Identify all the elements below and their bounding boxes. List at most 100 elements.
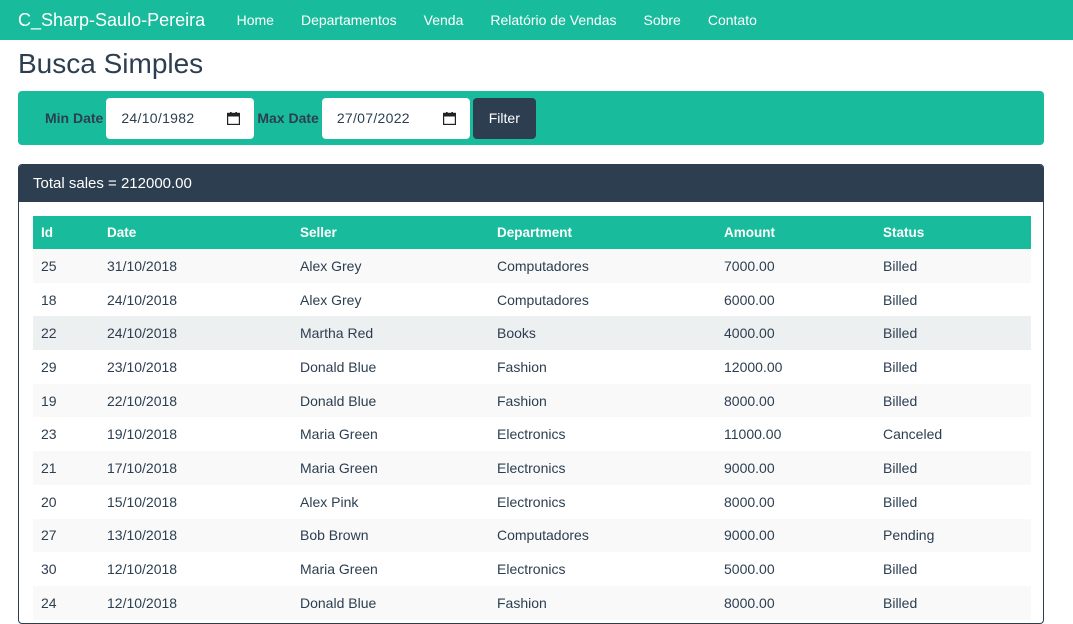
cell-department: Electronics (497, 561, 566, 578)
cell-id: 18 (41, 291, 57, 308)
column-header-department: Department (497, 225, 573, 240)
cell-date: 24/10/2018 (107, 325, 178, 342)
cell-seller: Martha Red (300, 325, 374, 342)
cell-department: Fashion (497, 392, 547, 409)
nav-link-venda[interactable]: Venda (410, 12, 477, 28)
cell-department: Computadores (497, 257, 589, 274)
cell-seller: Donald Blue (300, 358, 377, 375)
table-row: 30 12/10/2018 Maria Green Electronics 5000.0… (33, 552, 1031, 586)
cell-date: 15/10/2018 (107, 493, 178, 510)
sales-panel: Total sales = 212000.00 Id Date Seller D… (18, 164, 1044, 624)
cell-date: 22/10/2018 (107, 392, 178, 409)
max-date-label: Max Date (257, 110, 319, 126)
page-title: Busca Simples (18, 48, 204, 79)
cell-department: Books (497, 325, 536, 342)
calendar-icon[interactable] (442, 111, 456, 125)
table-row: 25 31/10/2018 Alex Grey Computadores 7000.00… (33, 249, 1031, 283)
table-row: 18 24/10/2018 Alex Grey Computadores 6000.00… (33, 282, 1031, 317)
cell-date: 24/10/2018 (107, 291, 178, 308)
cell-status: Billed (883, 257, 918, 274)
cell-department: Computadores (497, 527, 589, 544)
filter-button[interactable]: Filter (472, 97, 536, 139)
brand-link[interactable]: C_Sharp-Saulo-Pereira (18, 10, 205, 31)
column-header-seller: Seller (300, 225, 337, 240)
cell-department: Computadores (497, 291, 589, 308)
cell-status: Billed (883, 459, 918, 476)
cell-seller: Alex Grey (300, 257, 362, 274)
table-row: 23 19/10/2018 Maria Green Electronics 11000.… (33, 417, 1031, 452)
table-row: 27 13/10/2018 Bob Brown Computadores 9000.00… (33, 518, 1031, 553)
cell-status: Pending (883, 527, 935, 544)
cell-amount: 12000.00 (724, 358, 783, 375)
max-date-input[interactable]: 27/07/2022 (321, 97, 470, 139)
cell-date: 12/10/2018 (107, 561, 178, 578)
table-row: 20 15/10/2018 Alex Pink Electronics 8000.00 B… (33, 484, 1031, 519)
table-row: 29 23/10/2018 Donald Blue Fashion 12000.00 Bi… (33, 350, 1031, 384)
cell-seller: Alex Grey (300, 291, 362, 308)
cell-id: 27 (41, 527, 57, 544)
cell-date: 17/10/2018 (107, 459, 178, 476)
sales-table: Id Date Seller Department Amount Status … (33, 216, 1031, 620)
min-date-value: 24/10/1982 (121, 110, 195, 126)
panel-body: Id Date Seller Department Amount Status … (19, 202, 1043, 620)
cell-amount: 11000.00 (724, 426, 782, 443)
table-row: 21 17/10/2018 Maria Green Electronics 9000.0… (33, 451, 1031, 485)
nav-link-contato[interactable]: Contato (694, 12, 770, 28)
cell-department: Electronics (497, 426, 566, 443)
table-row: 22 24/10/2018 Martha Red Books 4000.00 Billed (33, 316, 1031, 351)
cell-status: Billed (883, 325, 918, 342)
cell-id: 25 (41, 257, 57, 274)
table-header-row: Id Date Seller Department Amount Status (33, 216, 1031, 249)
cell-amount: 4000.00 (724, 325, 775, 342)
max-date-value: 27/07/2022 (336, 110, 410, 126)
cell-amount: 6000.00 (724, 291, 775, 308)
cell-seller: Bob Brown (300, 527, 369, 544)
cell-id: 23 (41, 426, 57, 443)
calendar-icon[interactable] (227, 111, 241, 125)
nav-link-departamentos[interactable]: Departamentos (287, 12, 410, 28)
cell-status: Billed (883, 358, 918, 375)
nav-link-relatorio-de-vendas[interactable]: Relatório de Vendas (477, 12, 630, 28)
cell-department: Electronics (497, 459, 566, 476)
cell-department: Electronics (497, 493, 566, 510)
cell-id: 29 (41, 358, 57, 375)
min-date-input[interactable]: 24/10/1982 (106, 97, 255, 139)
cell-seller: Maria Green (300, 561, 378, 578)
cell-id: 30 (41, 561, 57, 578)
nav-links: Home Departamentos Venda Relatório de Ve… (223, 12, 770, 28)
table-row: 19 22/10/2018 Donald Blue Fashion 8000.00 Bil… (33, 383, 1031, 418)
total-sales-heading: Total sales = 212000.00 (19, 165, 1043, 202)
cell-status: Canceled (883, 426, 943, 443)
cell-date: 19/10/2018 (107, 426, 178, 443)
column-header-status: Status (883, 225, 925, 240)
cell-seller: Alex Pink (300, 493, 359, 510)
cell-amount: 7000.00 (724, 257, 775, 274)
cell-department: Fashion (497, 358, 547, 375)
column-header-date: Date (107, 225, 137, 240)
cell-amount: 8000.00 (724, 493, 775, 510)
cell-id: 20 (41, 493, 57, 510)
cell-date: 23/10/2018 (107, 358, 178, 375)
nav-link-sobre[interactable]: Sobre (630, 12, 694, 28)
cell-status: Billed (883, 493, 918, 510)
cell-id: 19 (41, 392, 57, 409)
cell-status: Billed (883, 392, 918, 409)
nav-link-home[interactable]: Home (223, 12, 287, 28)
cell-amount: 8000.00 (724, 392, 775, 409)
column-header-amount: Amount (724, 225, 775, 240)
column-header-id: Id (41, 225, 53, 240)
cell-date: 31/10/2018 (107, 257, 178, 274)
cell-seller: Maria Green (300, 459, 378, 476)
filter-form: Min Date 24/10/1982 Max Date 27/07/2022 … (18, 91, 1044, 145)
cell-amount: 5000.00 (724, 561, 775, 578)
cell-status: Billed (883, 291, 918, 308)
cell-status: Billed (883, 561, 918, 578)
min-date-label: Min Date (45, 110, 104, 126)
cell-amount: 9000.00 (724, 459, 775, 476)
cell-amount: 9000.00 (724, 527, 775, 544)
cell-seller: Donald Blue (300, 392, 377, 409)
cell-seller: Maria Green (300, 426, 378, 443)
top-navbar: C_Sharp-Saulo-Pereira Home Departamentos… (0, 0, 1073, 40)
cell-id: 21 (41, 459, 57, 476)
cell-id: 22 (41, 325, 57, 342)
